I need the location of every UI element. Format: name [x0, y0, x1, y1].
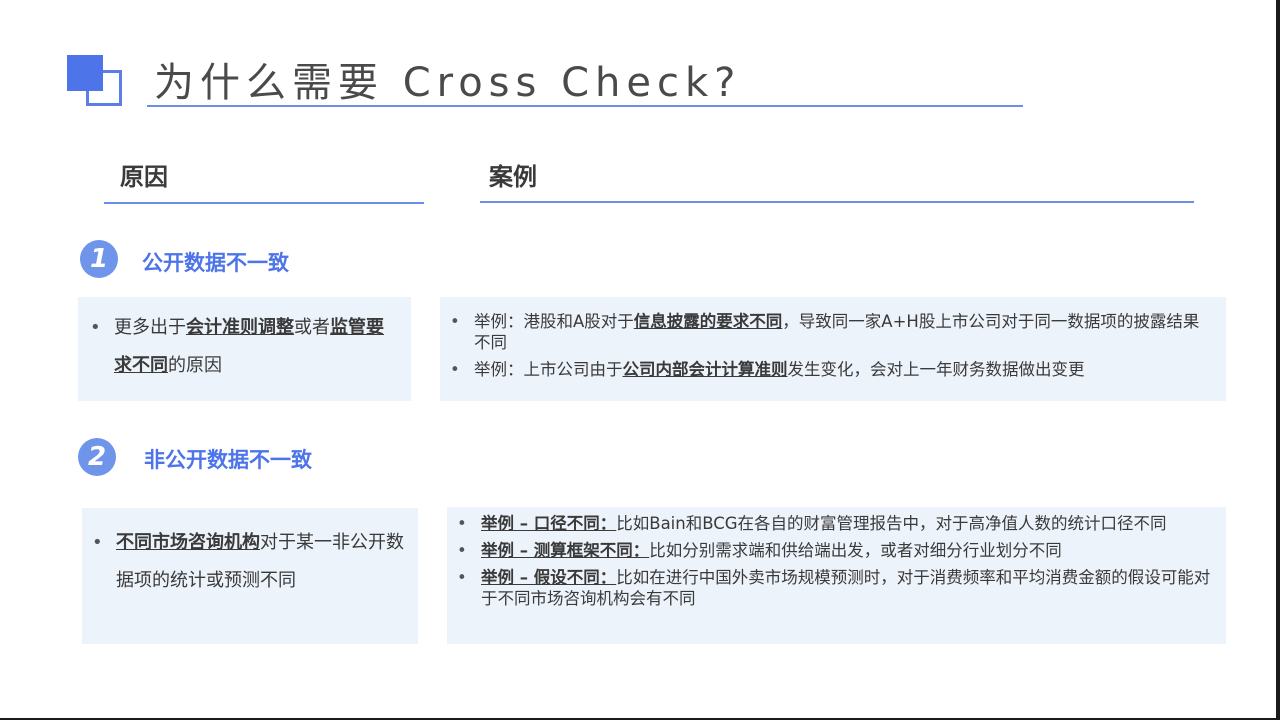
case-item: 举例 – 假设不同：比如在进行中国外卖市场规模预测时，对于消费频率和平均消费金额… — [451, 567, 1214, 609]
reason-item: 更多出于会计准则调整或者监管要求不同的原因 — [84, 309, 399, 385]
reason-header-underline — [104, 202, 424, 204]
section-number-2: 2 — [78, 438, 116, 476]
case-item: 举例：港股和A股对于信息披露的要求不同，导致同一家A+H股上市公司对于同一数据项… — [444, 311, 1214, 353]
case-column-header: 案例 — [489, 163, 537, 191]
section-label-1: 公开数据不一致 — [142, 251, 289, 275]
case-item: 举例：上市公司由于公司内部会计计算准则发生变化，会对上一年财务数据做出变更 — [444, 359, 1214, 380]
section-label-2: 非公开数据不一致 — [144, 448, 312, 472]
case-item: 举例 – 测算框架不同：比如分别需求端和供给端出发，或者对细分行业划分不同 — [451, 540, 1214, 561]
slide-title: 为什么需要 Cross Check? — [154, 60, 742, 106]
reason-item: 不同市场咨询机构对于某一非公开数据项的统计或预测不同 — [86, 524, 406, 600]
section-number-1: 1 — [80, 240, 118, 278]
logo-square-filled — [67, 55, 103, 91]
reason-column-header: 原因 — [120, 163, 168, 191]
case-box-1: 举例：港股和A股对于信息披露的要求不同，导致同一家A+H股上市公司对于同一数据项… — [440, 297, 1226, 401]
case-header-underline — [480, 201, 1194, 203]
title-underline — [147, 105, 1023, 107]
slide: 为什么需要 Cross Check? 原因 案例 1 公开数据不一致 更多出于会… — [0, 0, 1276, 718]
reason-box-1: 更多出于会计准则调整或者监管要求不同的原因 — [78, 297, 411, 401]
reason-box-2: 不同市场咨询机构对于某一非公开数据项的统计或预测不同 — [82, 508, 418, 644]
case-item: 举例 – 口径不同：比如Bain和BCG在各自的财富管理报告中，对于高净值人数的… — [451, 513, 1214, 534]
case-box-2: 举例 – 口径不同：比如Bain和BCG在各自的财富管理报告中，对于高净值人数的… — [447, 507, 1226, 644]
